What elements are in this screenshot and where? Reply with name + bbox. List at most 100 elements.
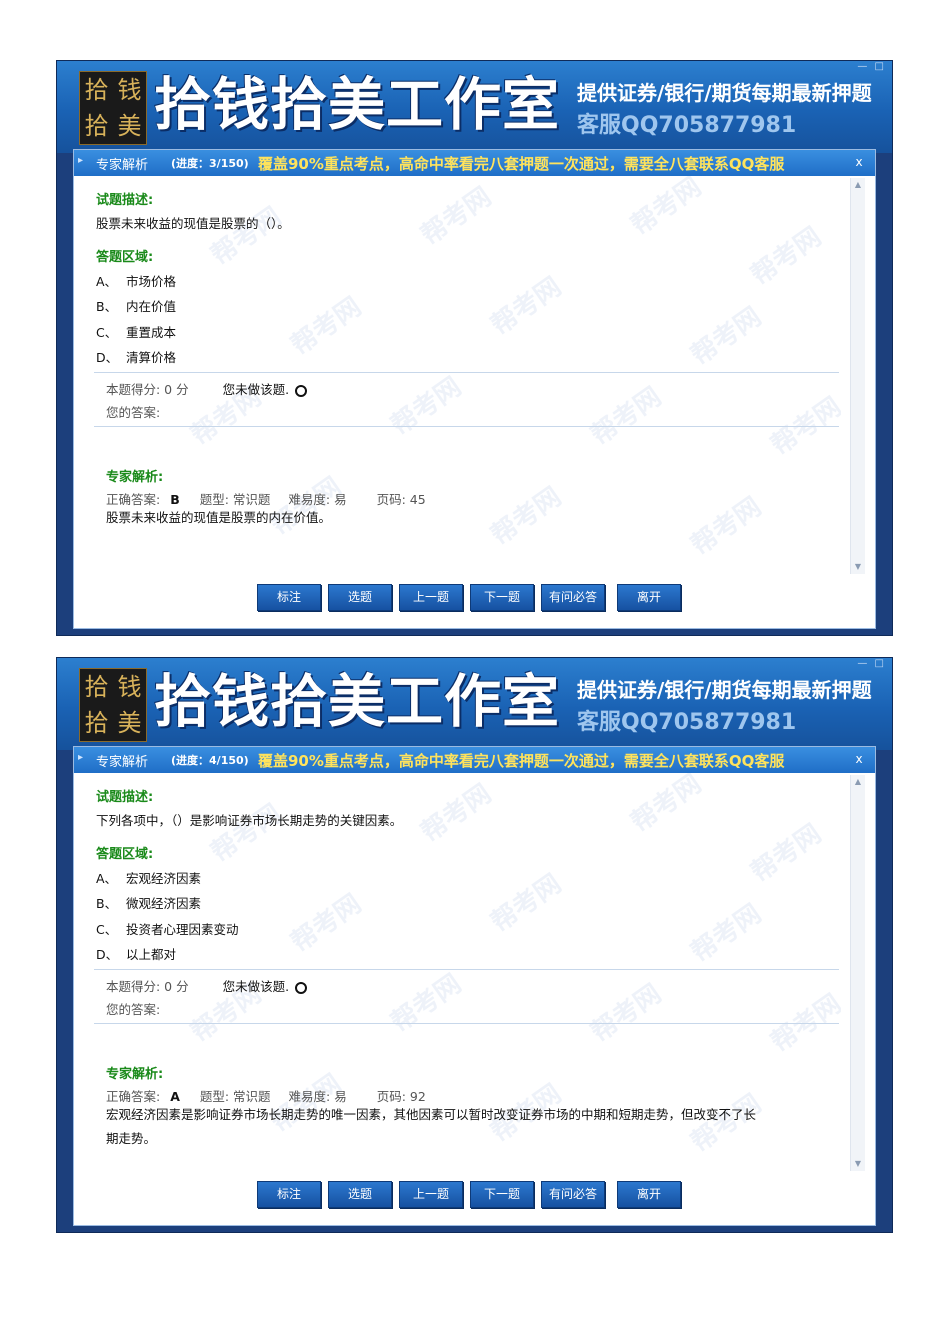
option-text: 宏观经济因素: [126, 871, 202, 886]
option-a[interactable]: A、 宏观经济因素: [96, 868, 201, 887]
option-key: B、: [96, 896, 118, 911]
score-label: 本题得分: 0 分: [106, 979, 189, 994]
status-circle-icon: [295, 384, 308, 397]
correct-answer-label: 正确答案:: [106, 1089, 161, 1104]
watermark: 帮考网: [385, 968, 467, 1039]
option-b[interactable]: B、 微观经济因素: [96, 893, 201, 912]
analysis-heading: 专家解析:: [106, 470, 164, 485]
option-d[interactable]: D、 以上都对: [96, 944, 176, 963]
window-controls[interactable]: — □: [857, 658, 886, 669]
vertical-scrollbar[interactable]: ▲ ▼: [850, 775, 865, 1171]
page-number: 页码: 45: [376, 492, 426, 507]
action-button-bar: 标注 选题 上一题 下一题 有问必答 离开: [74, 584, 875, 616]
studio-logo: 拾 钱 拾 美: [79, 71, 147, 145]
faq-button[interactable]: 有问必答: [541, 584, 605, 611]
promo-line-2: 客服QQ705877981: [577, 710, 797, 735]
option-text: 清算价格: [126, 350, 177, 365]
promo-line-1: 提供证券/银行/期货每期最新押题: [577, 81, 872, 105]
watermark: 帮考网: [485, 868, 567, 939]
answer-area-heading: 答题区域:: [96, 250, 154, 265]
option-key: B、: [96, 299, 118, 314]
faq-button[interactable]: 有问必答: [541, 1181, 605, 1208]
status-circle-icon: [295, 981, 308, 994]
option-text: 市场价格: [126, 274, 177, 289]
correct-answer-value: A: [170, 1089, 180, 1104]
arrow-icon: ▸: [78, 155, 84, 166]
next-question-button[interactable]: 下一题: [470, 1181, 534, 1208]
watermark: 帮考网: [485, 271, 567, 342]
watermark: 帮考网: [285, 291, 367, 362]
question-type: 题型: 常识题: [199, 492, 271, 507]
option-a[interactable]: A、 市场价格: [96, 271, 176, 290]
correct-answer-label: 正确答案:: [106, 492, 161, 507]
option-key: A、: [96, 274, 118, 289]
watermark: 帮考网: [765, 988, 841, 1059]
promo-line-2: 客服QQ705877981: [577, 113, 797, 138]
watermark: 帮考网: [415, 181, 497, 252]
studio-name: 拾钱拾美工作室: [154, 72, 560, 138]
question-text: 股票未来收益的现值是股票的（）。: [96, 216, 290, 231]
question-type: 题型: 常识题: [199, 1089, 271, 1104]
your-answer-label: 您的答案:: [106, 1002, 161, 1017]
prev-question-button[interactable]: 上一题: [399, 584, 463, 611]
explanation-line: 宏观经济因素是影响证券市场长期走势的唯一因素，其他因素可以暂时改变证券市场的中期…: [106, 1107, 757, 1122]
option-key: A、: [96, 871, 118, 886]
answer-area-heading: 答题区域:: [96, 847, 154, 862]
watermark: 帮考网: [625, 773, 707, 839]
option-text: 内在价值: [126, 299, 177, 314]
next-question-button[interactable]: 下一题: [470, 584, 534, 611]
score-label: 本题得分: 0 分: [106, 382, 189, 397]
vertical-scrollbar[interactable]: ▲ ▼: [850, 178, 865, 574]
window-controls[interactable]: — □: [857, 61, 886, 72]
mark-button[interactable]: 标注: [257, 584, 321, 611]
dialog-title: 专家解析: [96, 158, 149, 173]
not-done-text: 您未做该题.: [222, 382, 290, 397]
prev-question-button[interactable]: 上一题: [399, 1181, 463, 1208]
option-b[interactable]: B、 内在价值: [96, 296, 176, 315]
close-icon[interactable]: x: [851, 751, 867, 767]
leave-button[interactable]: 离开: [617, 1181, 681, 1208]
analysis-heading: 专家解析:: [106, 1067, 164, 1082]
close-icon[interactable]: x: [851, 154, 867, 170]
option-c[interactable]: C、 投资者心理因素变动: [96, 919, 239, 938]
score-row: 本题得分: 0 分 您未做该题.: [106, 976, 308, 995]
explanation-text: 股票未来收益的现值是股票的内在价值。: [106, 510, 332, 525]
your-answer-label: 您的答案:: [106, 405, 161, 420]
divider: [94, 426, 839, 427]
watermark: 帮考网: [205, 798, 287, 869]
correct-answer-value: B: [170, 492, 180, 507]
option-text: 投资者心理因素变动: [126, 922, 239, 937]
option-key: C、: [96, 325, 118, 340]
watermark: 帮考网: [585, 978, 667, 1049]
mark-button[interactable]: 标注: [257, 1181, 321, 1208]
promo-line-1: 提供证券/银行/期货每期最新押题: [577, 678, 872, 702]
watermark: 帮考网: [745, 818, 827, 889]
option-c[interactable]: C、 重置成本: [96, 322, 176, 341]
studio-logo: 拾 钱 拾 美: [79, 668, 147, 742]
progress-indicator: (进度：3/150): [171, 157, 249, 170]
option-text: 以上都对: [126, 947, 177, 962]
dialog-titlebar: ▸ 专家解析 (进度：3/150) 覆盖90%重点考点，高命中率看完八套押题一次…: [74, 150, 875, 176]
analysis-dialog: ▸ 专家解析 (进度：3/150) 覆盖90%重点考点，高命中率看完八套押题一次…: [73, 149, 876, 629]
scroll-down-icon[interactable]: ▼: [851, 560, 865, 574]
select-question-button[interactable]: 选题: [328, 584, 392, 611]
option-key: D、: [96, 350, 119, 365]
scroll-down-icon[interactable]: ▼: [851, 1157, 865, 1171]
watermark: 帮考网: [765, 391, 841, 462]
watermark: 帮考网: [585, 381, 667, 452]
question-text: 下列各项中，（）是影响证券市场长期走势的关键因素。: [96, 813, 403, 828]
option-d[interactable]: D、 清算价格: [96, 347, 176, 366]
promo-marquee: 覆盖90%重点考点，高命中率看完八套押题一次通过，需要全八套联系QQ客服: [258, 155, 785, 173]
question-heading: 试题描述:: [96, 193, 154, 208]
action-button-bar: 标注 选题 上一题 下一题 有问必答 离开: [74, 1181, 875, 1213]
scroll-up-icon[interactable]: ▲: [851, 775, 865, 789]
scroll-up-icon[interactable]: ▲: [851, 178, 865, 192]
explanation-line: 期走势。: [106, 1131, 157, 1146]
leave-button[interactable]: 离开: [617, 584, 681, 611]
watermark: 帮考网: [285, 888, 367, 959]
analysis-dialog: ▸ 专家解析 (进度：4/150) 覆盖90%重点考点，高命中率看完八套押题一次…: [73, 746, 876, 1226]
select-question-button[interactable]: 选题: [328, 1181, 392, 1208]
question-content: 帮考网 帮考网 帮考网 帮考网 帮考网 帮考网 帮考网 帮考网 帮考网 帮考网 …: [86, 773, 841, 1173]
promo-marquee: 覆盖90%重点考点，高命中率看完八套押题一次通过，需要全八套联系QQ客服: [258, 752, 785, 770]
watermark: 帮考网: [385, 371, 467, 442]
